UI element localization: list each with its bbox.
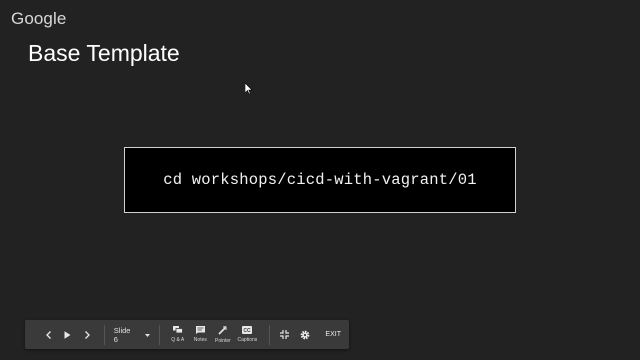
slide-indicator-label: Slide 6 xyxy=(113,325,131,344)
play-button[interactable] xyxy=(58,320,77,349)
command-text: cd workshops/cicd-with-vagrant/01 xyxy=(163,171,477,189)
exit-fullscreen-icon xyxy=(280,330,290,339)
exit-fullscreen-button[interactable] xyxy=(277,320,294,349)
settings-button[interactable] xyxy=(296,320,313,349)
exit-button[interactable]: EXIT xyxy=(319,320,349,349)
google-logo: Google xyxy=(11,9,67,28)
toolbar-divider xyxy=(158,324,160,345)
command-box: cd workshops/cicd-with-vagrant/01 xyxy=(124,147,516,213)
pointer-icon xyxy=(218,325,227,337)
toolbar-divider xyxy=(103,324,105,345)
play-icon xyxy=(64,330,71,339)
chevron-left-icon xyxy=(45,330,52,339)
captions-icon: CC xyxy=(242,326,253,336)
caret-down-icon xyxy=(144,330,150,339)
qa-button[interactable]: Q & A xyxy=(166,320,189,349)
slide-title: Base Template xyxy=(28,40,180,66)
slide-canvas: Google Base Template cd workshops/cicd-w… xyxy=(0,0,640,360)
notes-label: Notes xyxy=(193,337,207,343)
chevron-right-icon xyxy=(84,330,91,339)
gear-icon xyxy=(300,330,310,340)
captions-button[interactable]: CC Captions xyxy=(234,320,260,349)
notes-button[interactable]: Notes xyxy=(189,320,212,349)
toolbar-divider xyxy=(268,324,270,345)
pointer-label: Pointer xyxy=(215,337,231,344)
previous-slide-button[interactable] xyxy=(41,320,56,349)
next-slide-button[interactable] xyxy=(79,320,96,349)
qa-icon xyxy=(172,326,183,336)
pointer-button[interactable]: Pointer xyxy=(212,320,235,349)
slide-selector[interactable]: Slide 6 xyxy=(108,320,156,349)
captions-label: Captions xyxy=(237,337,258,343)
qa-label: Q & A xyxy=(171,337,185,343)
svg-text:CC: CC xyxy=(244,328,252,334)
presenter-toolbar: Slide 6 Q & A Notes Pointer CC Captions … xyxy=(25,320,349,349)
notes-icon xyxy=(195,326,205,336)
